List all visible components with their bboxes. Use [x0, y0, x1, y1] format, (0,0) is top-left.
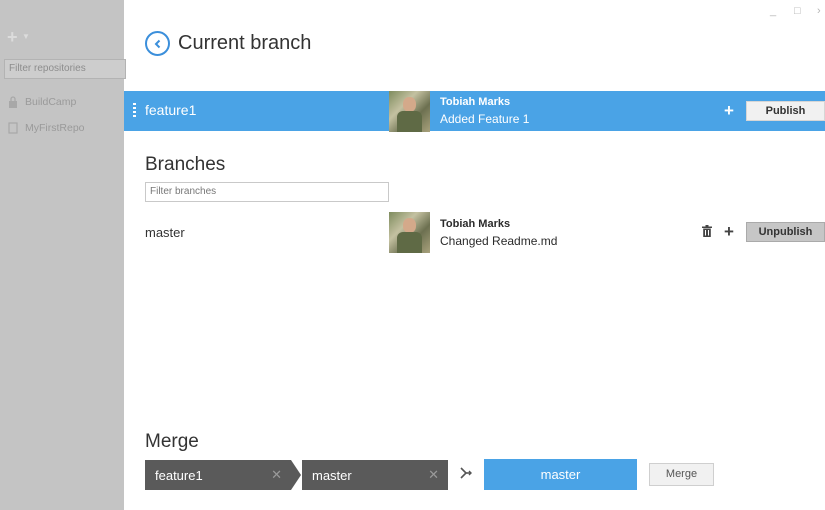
merge-into-chip[interactable]: master ✕ [302, 460, 448, 490]
repo-icon [8, 122, 18, 134]
drag-handle-icon[interactable] [133, 103, 136, 119]
close-icon[interactable]: ✕ [428, 467, 439, 483]
plus-icon[interactable]: + [724, 101, 734, 121]
unpublish-button[interactable]: Unpublish [746, 222, 825, 242]
branch-row-master[interactable]: master Tobiah Marks Changed Readme.md + … [124, 212, 825, 253]
close-icon[interactable]: ✕ [271, 467, 282, 483]
sidebar: + ▼ Filter repositories BuildCamp MyFirs… [0, 0, 126, 510]
current-branch-name: feature1 [145, 102, 197, 118]
commit-author: Tobiah Marks [440, 218, 511, 230]
trash-icon[interactable] [702, 225, 712, 237]
page-title: Current branch [178, 32, 312, 54]
commit-message: Added Feature 1 [440, 112, 530, 126]
add-icon[interactable]: + [7, 27, 18, 48]
publish-button[interactable]: Publish [746, 101, 825, 121]
commit-message: Changed Readme.md [440, 234, 558, 248]
merge-source-chip[interactable]: feature1 ✕ [145, 460, 301, 490]
merge-into-label: master [312, 468, 352, 483]
avatar [389, 91, 430, 132]
current-branch-bar: feature1 Tobiah Marks Added Feature 1 + … [124, 91, 825, 132]
plus-icon[interactable]: + [724, 222, 734, 242]
commit-author: Tobiah Marks [440, 96, 511, 108]
filter-repositories-input[interactable]: Filter repositories [4, 59, 126, 79]
chevron-left-icon [154, 39, 160, 48]
branch-name: master [145, 225, 185, 240]
lock-icon [9, 96, 17, 108]
sidebar-item-buildcamp[interactable]: BuildCamp [8, 96, 76, 108]
avatar [389, 212, 430, 253]
merge-target-field[interactable]: master [484, 459, 637, 490]
caret-down-icon[interactable]: ▼ [22, 32, 30, 41]
merge-heading: Merge [145, 431, 199, 452]
repo-name: BuildCamp [25, 96, 77, 108]
close-button[interactable]: › [817, 5, 821, 17]
back-button[interactable] [145, 31, 170, 56]
sidebar-item-myfirstrepo[interactable]: MyFirstRepo [8, 122, 85, 134]
minimize-button[interactable]: _ [770, 5, 776, 17]
merge-icon [460, 467, 472, 479]
merge-source-label: feature1 [155, 468, 203, 483]
branches-heading: Branches [145, 154, 226, 175]
filter-branches-input[interactable]: Filter branches [145, 182, 389, 202]
merge-button[interactable]: Merge [649, 463, 714, 486]
repo-name: MyFirstRepo [25, 122, 85, 134]
maximize-button[interactable]: □ [794, 5, 801, 17]
